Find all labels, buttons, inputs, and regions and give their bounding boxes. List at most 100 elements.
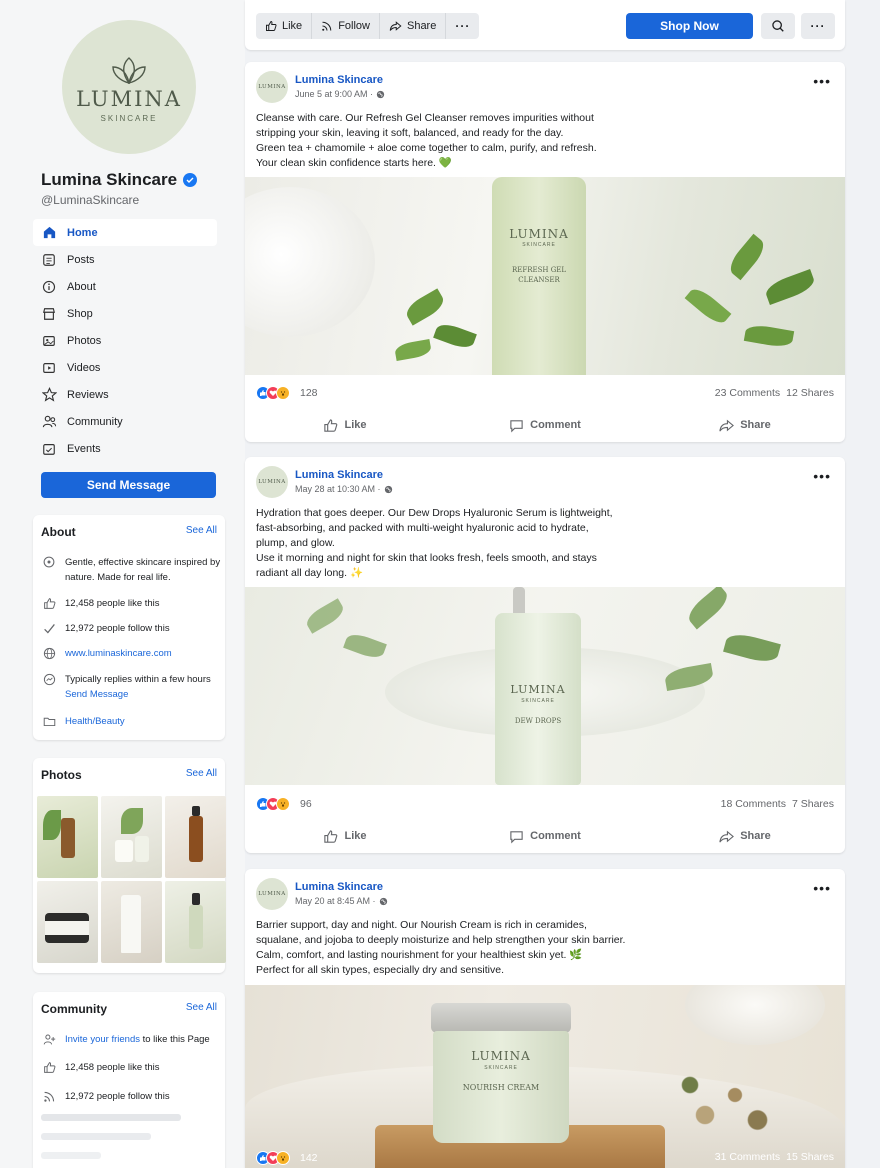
- sidebar-item-posts[interactable]: Posts: [33, 246, 217, 273]
- product-brand-text: LUMINA: [510, 683, 566, 696]
- post-avatar[interactable]: LUMINA: [256, 71, 288, 103]
- info-icon: [41, 279, 57, 295]
- sidebar-item-community[interactable]: Community: [33, 408, 217, 435]
- post-share-button[interactable]: Share: [645, 821, 845, 851]
- post-text: Barrier support, day and night. Our Nour…: [256, 918, 836, 978]
- post-comment-button[interactable]: Comment: [445, 821, 645, 851]
- product-tube: LUMINA SKINCARE REFRESH GEL CLEANSER: [492, 177, 586, 375]
- more-dots-icon: ···: [810, 19, 826, 33]
- post-more-button[interactable]: •••: [813, 74, 831, 88]
- community-likes-text: 12,458 people like this: [65, 1062, 160, 1073]
- post-timestamp[interactable]: June 5 at 9:00 AM ·: [295, 89, 385, 99]
- post-text: Hydration that goes deeper. Our Dew Drop…: [256, 506, 836, 581]
- comment-label: Comment: [530, 419, 581, 431]
- photo-thumb-serum-amber[interactable]: [37, 796, 98, 878]
- post-author[interactable]: Lumina Skincare: [295, 881, 383, 893]
- invite-friends-link[interactable]: Invite your friends: [65, 1034, 140, 1045]
- post-text-line: Your clean skin confidence starts here. …: [256, 157, 452, 169]
- page-like-button[interactable]: Like: [256, 13, 313, 39]
- shop-now-button[interactable]: Shop Now: [626, 13, 753, 39]
- sidebar-item-shop[interactable]: Shop: [33, 300, 217, 327]
- logo-wordmark: LUMINA: [76, 87, 182, 111]
- community-see-all-link[interactable]: See All: [186, 1002, 217, 1016]
- more-options-button[interactable]: ···: [801, 13, 835, 39]
- about-website: www.luminaskincare.com: [41, 646, 221, 661]
- product-name-text: NOURISH CREAM: [462, 1083, 540, 1092]
- post-timestamp[interactable]: May 28 at 10:30 AM ·: [295, 484, 393, 494]
- post-author[interactable]: Lumina Skincare: [295, 74, 383, 86]
- photo-thumb-green-dropper[interactable]: [165, 881, 226, 963]
- reaction-summary[interactable]: 128: [256, 386, 318, 400]
- post-text-line: Barrier support, day and night. Our Nour…: [256, 919, 587, 931]
- website-link[interactable]: www.luminaskincare.com: [65, 646, 172, 661]
- sidebar-item-label: Community: [67, 415, 123, 428]
- post-like-button[interactable]: Like: [245, 410, 445, 440]
- post-avatar-text: LUMINA: [258, 84, 286, 90]
- post-image[interactable]: LUMINA SKINCARE NOURISH CREAM: [245, 985, 845, 1168]
- post-timestamp[interactable]: May 20 at 8:45 AM ·: [295, 896, 388, 906]
- page-share-button[interactable]: Share: [380, 13, 447, 39]
- about-follows: 12,972 people follow this: [41, 621, 221, 636]
- shares-count[interactable]: 12 Shares: [786, 387, 834, 399]
- shares-count[interactable]: 7 Shares: [792, 798, 834, 810]
- post-like-button[interactable]: Like: [245, 821, 445, 851]
- post-avatar[interactable]: LUMINA: [256, 878, 288, 910]
- post-avatar[interactable]: LUMINA: [256, 466, 288, 498]
- post-more-button[interactable]: •••: [813, 469, 831, 483]
- reaction-summary[interactable]: 96: [256, 797, 312, 811]
- post-text-line: Cleanse with care. Our Refresh Gel Clean…: [256, 112, 594, 124]
- invite-friends-icon: [41, 1032, 57, 1047]
- sidebar-item-label: About: [67, 280, 96, 293]
- sidebar-item-events[interactable]: Events: [33, 435, 217, 462]
- page-follow-button[interactable]: Follow: [312, 13, 380, 39]
- category-link[interactable]: Health/Beauty: [65, 714, 125, 729]
- about-description-text: Gentle, effective skincare inspired by n…: [65, 557, 221, 583]
- photos-see-all-link[interactable]: See All: [186, 768, 217, 782]
- post-share-button[interactable]: Share: [645, 410, 845, 440]
- post-card: LUMINA Lumina Skincare May 20 at 8:45 AM…: [245, 869, 845, 1168]
- sidebar-item-photos[interactable]: Photos: [33, 327, 217, 354]
- search-icon: [772, 20, 784, 32]
- photo-thumb-dropper-bottle[interactable]: [165, 796, 226, 878]
- globe-icon: [376, 90, 385, 98]
- search-button[interactable]: [761, 13, 795, 39]
- photo-thumb-dark-jar[interactable]: [37, 881, 98, 963]
- about-description: Gentle, effective skincare inspired by n…: [41, 555, 221, 585]
- post-comment-button[interactable]: Comment: [445, 410, 645, 440]
- post-image[interactable]: LUMINA SKINCARE REFRESH GEL CLEANSER: [245, 177, 845, 375]
- page-avatar[interactable]: LUMINA SKINCARE: [62, 20, 196, 154]
- sidebar-item-home[interactable]: Home: [33, 219, 217, 246]
- thumbs-up-icon: [266, 21, 277, 31]
- reaction-icons: [256, 797, 290, 811]
- comments-count[interactable]: 23 Comments: [715, 387, 780, 399]
- wow-reaction-icon: [276, 1151, 290, 1165]
- post-time-text: June 5 at 9:00 AM ·: [295, 89, 374, 99]
- thumbs-up-icon: [41, 1060, 57, 1075]
- post-stats: 23 Comments 12 Shares: [715, 387, 834, 399]
- comments-count[interactable]: 18 Comments: [721, 798, 786, 810]
- sidebar-nav: Home Posts About Shop Photos Videos Revi…: [33, 219, 217, 462]
- check-follow-icon: [41, 621, 57, 636]
- sidebar-item-label: Events: [67, 442, 101, 455]
- page-more-button[interactable]: ···: [446, 13, 479, 39]
- comments-count[interactable]: 31 Comments: [715, 1151, 780, 1163]
- about-category: Health/Beauty: [41, 714, 221, 729]
- sidebar-item-about[interactable]: About: [33, 273, 217, 300]
- sidebar-item-reviews[interactable]: Reviews: [33, 381, 217, 408]
- product-name-text: REFRESH GEL CLEANSER: [511, 266, 567, 284]
- post-more-button[interactable]: •••: [813, 881, 831, 895]
- shares-count[interactable]: 15 Shares: [786, 1151, 834, 1163]
- sidebar: LUMINA SKINCARE Lumina Skincare @LuminaS…: [0, 0, 245, 1168]
- photos-card-header: Photos See All: [41, 768, 217, 782]
- post-author[interactable]: Lumina Skincare: [295, 469, 383, 481]
- globe-icon: [379, 897, 387, 905]
- reaction-summary[interactable]: 142: [256, 1151, 318, 1165]
- post-image[interactable]: LUMINA SKINCARE DEW DROPS: [245, 587, 845, 785]
- post-text-line: plump, and glow.: [256, 537, 335, 549]
- send-message-button[interactable]: Send Message: [41, 472, 216, 498]
- about-see-all-link[interactable]: See All: [186, 525, 217, 539]
- about-send-message-link[interactable]: Send Message: [65, 689, 128, 700]
- sidebar-item-videos[interactable]: Videos: [33, 354, 217, 381]
- photo-thumb-jars-leaves[interactable]: [101, 796, 162, 878]
- photo-thumb-white-tube[interactable]: [101, 881, 162, 963]
